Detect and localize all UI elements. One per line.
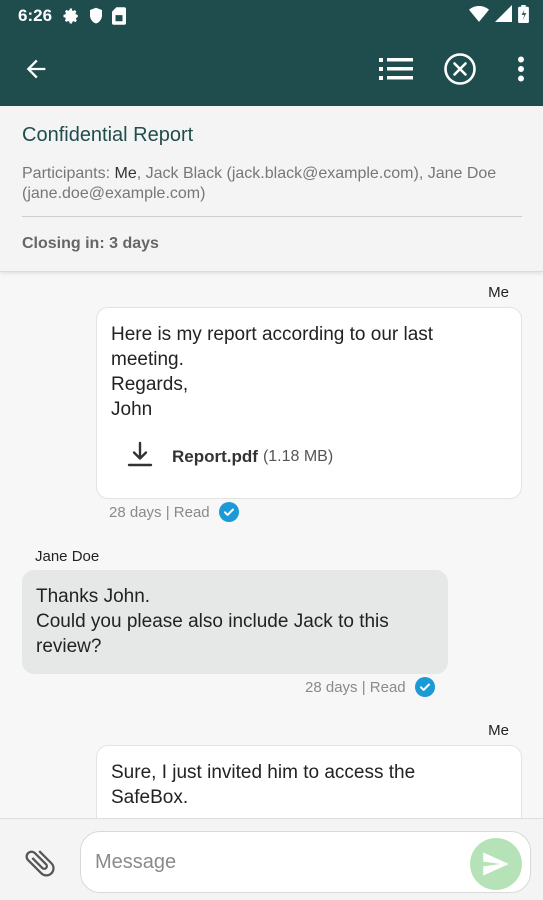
message-thread[interactable]: Me Here is my report according to our la… xyxy=(0,272,543,818)
message-line: Regards, xyxy=(111,374,189,395)
download-icon xyxy=(126,440,154,473)
message-status: 28 days | Read xyxy=(305,677,435,697)
message-input[interactable] xyxy=(95,846,465,878)
message-line: Sure, I just invited him to access the xyxy=(111,762,416,783)
conversation-title: Confidential Report xyxy=(22,124,194,146)
wifi-icon xyxy=(469,5,489,27)
cell-signal-icon xyxy=(495,5,512,27)
closing-text: Closing in: 3 days xyxy=(22,235,159,252)
status-time: 6:26 xyxy=(18,6,53,25)
message-meta: 28 days | Read xyxy=(109,503,210,521)
read-check-icon xyxy=(218,502,239,522)
attachment-size: (1.18 MB) xyxy=(262,447,334,465)
app-bar xyxy=(0,32,543,106)
attachment-name: Report.pdf xyxy=(172,446,258,466)
send-icon xyxy=(482,851,510,877)
participants-prefix: Participants: xyxy=(22,165,115,182)
participants-text: Participants: Me, Jack Black (jack.black… xyxy=(22,164,512,204)
battery-icon xyxy=(518,4,529,28)
message-line: Here is my report according to our last xyxy=(111,324,434,345)
paperclip-icon[interactable] xyxy=(22,845,58,881)
list-icon[interactable] xyxy=(379,55,413,83)
message-bubble-incoming: Thanks John. Could you please also inclu… xyxy=(22,570,448,674)
message-line: review? xyxy=(36,636,102,657)
message-meta: 28 days | Read xyxy=(305,678,406,696)
message-bubble-outgoing: Sure, I just invited him to access the S… xyxy=(96,745,522,818)
status-bar: 6:26 xyxy=(0,0,543,32)
more-vert-icon[interactable] xyxy=(517,56,525,82)
read-check-icon xyxy=(414,677,435,697)
message-line: John xyxy=(111,399,153,420)
message-sender: Me xyxy=(488,722,509,739)
message-sender: Jane Doe xyxy=(35,548,100,565)
message-sender: Me xyxy=(488,284,509,301)
close-circle-icon[interactable] xyxy=(443,52,477,86)
message-line: SafeBox. xyxy=(111,787,189,808)
participants-me: Me xyxy=(114,165,137,182)
shield-icon xyxy=(88,7,104,25)
attachment-report[interactable]: Report.pdf (1.18 MB) xyxy=(126,440,333,473)
header-divider xyxy=(22,216,522,217)
sim-card-icon xyxy=(112,7,127,25)
message-line: meeting. xyxy=(111,349,184,370)
conversation-header: Confidential Report Participants: Me, Ja… xyxy=(0,106,543,272)
arrow-back-icon[interactable] xyxy=(22,55,50,83)
message-field[interactable] xyxy=(80,831,531,893)
message-line: Could you please also include Jack to th… xyxy=(36,611,389,632)
send-button[interactable] xyxy=(470,838,522,890)
message-line: Thanks John. xyxy=(36,586,151,607)
message-status: 28 days | Read xyxy=(109,502,239,522)
message-composer xyxy=(0,818,543,900)
gear-icon xyxy=(62,7,80,25)
